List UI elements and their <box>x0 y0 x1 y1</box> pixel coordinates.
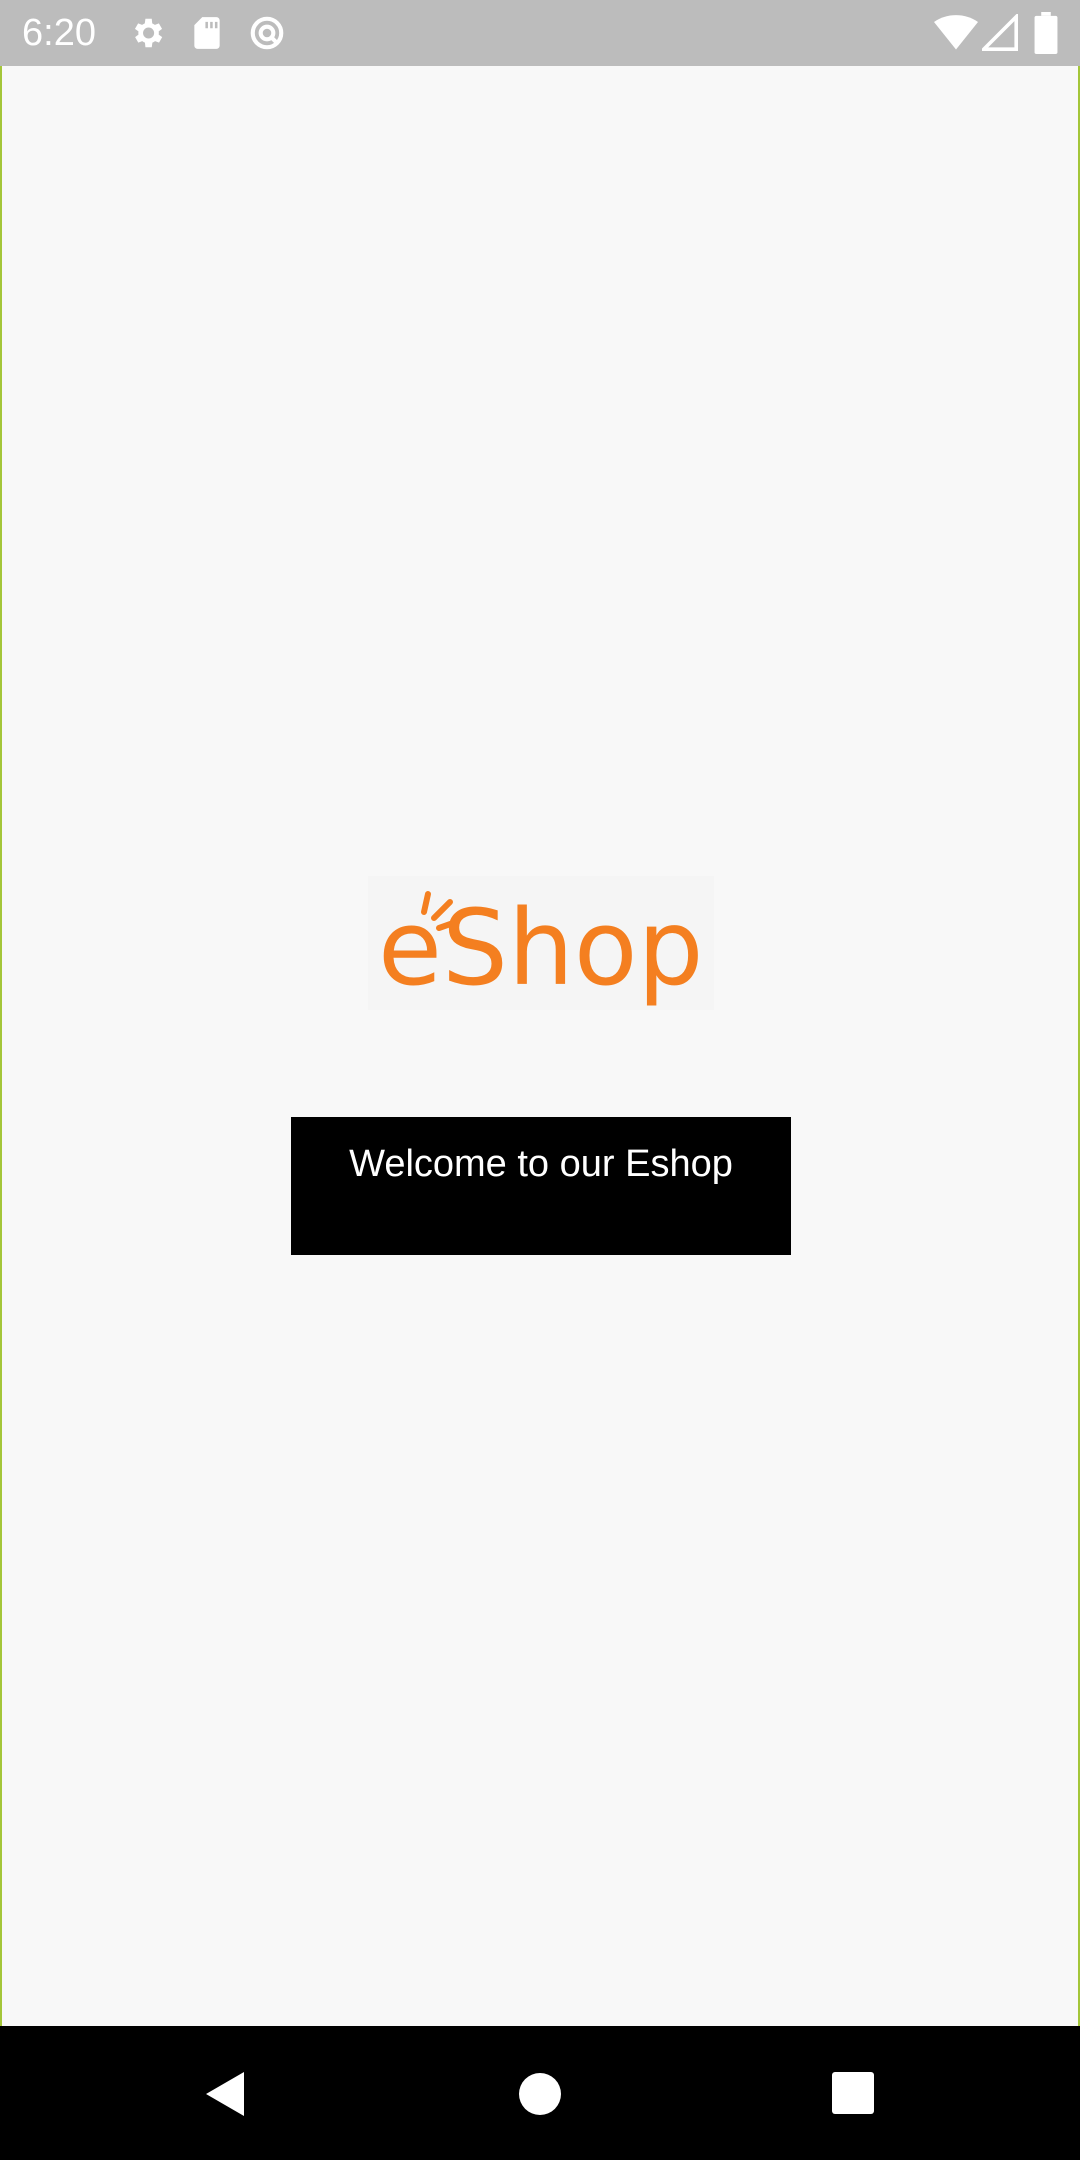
settings-icon <box>128 14 166 52</box>
main-content: eShop Welcome to our Eshop <box>2 66 1078 2024</box>
status-time: 6:20 <box>22 12 96 54</box>
signal-icon <box>979 12 1018 57</box>
sd-card-icon <box>188 14 226 52</box>
back-icon[interactable] <box>196 2066 252 2122</box>
navigation-bar <box>0 2026 1080 2160</box>
sync-icon <box>248 14 286 52</box>
battery-icon <box>1034 12 1058 59</box>
home-icon[interactable] <box>512 2066 568 2122</box>
welcome-banner: Welcome to our Eshop <box>291 1117 791 1255</box>
eshop-logo: eShop <box>368 876 714 1010</box>
svg-text:eShop: eShop <box>378 887 704 1009</box>
recents-icon[interactable] <box>826 2066 882 2122</box>
wifi-icon <box>934 14 978 57</box>
status-bar: 6:20 <box>0 0 1080 66</box>
